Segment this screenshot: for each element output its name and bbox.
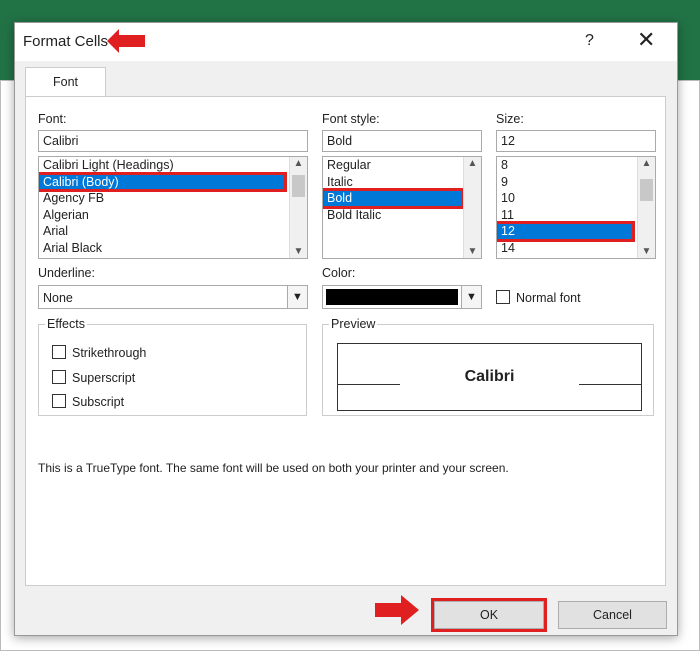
dialog-title: Format Cells	[23, 33, 109, 50]
font-label: Font:	[38, 112, 67, 126]
help-button[interactable]: ?	[585, 32, 594, 50]
subscript-checkbox[interactable]	[52, 394, 66, 408]
list-item[interactable]: Algerian	[39, 207, 285, 224]
underline-label: Underline:	[38, 266, 95, 280]
chevron-down-icon: ▼	[287, 286, 307, 308]
font-input[interactable]: Calibri	[38, 130, 308, 152]
underline-value: None	[43, 291, 73, 305]
list-item[interactable]: Regular	[323, 157, 463, 174]
color-select[interactable]: ▼	[322, 285, 482, 309]
cancel-button[interactable]: Cancel	[558, 601, 667, 629]
strikethrough-label: Strikethrough	[72, 346, 147, 360]
list-item[interactable]: Bold	[323, 188, 465, 209]
superscript-label: Superscript	[72, 371, 136, 385]
superscript-checkbox[interactable]	[52, 370, 66, 384]
effects-title: Effects	[45, 317, 87, 331]
size-list-scrollbar[interactable]: ▲ ▼	[637, 157, 655, 258]
preview-group: Preview Calibri	[322, 317, 654, 416]
size-list[interactable]: 8 9 10 11 12 14 ▲ ▼	[496, 156, 656, 259]
font-list-scrollbar[interactable]: ▲ ▼	[289, 157, 307, 258]
preview-title: Preview	[329, 317, 378, 331]
preview-box: Calibri	[337, 343, 642, 411]
normal-font-label: Normal font	[516, 291, 581, 305]
list-item[interactable]: Italic	[323, 174, 463, 191]
red-arrow-left-icon	[107, 29, 145, 53]
list-item[interactable]: 9	[497, 174, 633, 191]
title-bar: Format Cells ? ✕	[15, 23, 677, 61]
truetype-message: This is a TrueType font. The same font w…	[38, 461, 509, 475]
preview-text: Calibri	[464, 368, 515, 385]
list-item[interactable]: Calibri Light (Headings)	[39, 157, 285, 174]
close-button[interactable]: ✕	[637, 27, 655, 53]
list-item[interactable]: 10	[497, 190, 633, 207]
font-list[interactable]: Calibri Light (Headings) Calibri (Body) Ag…	[38, 156, 308, 259]
tab-font[interactable]: Font	[25, 67, 106, 97]
font-style-scrollbar[interactable]: ▲ ▼	[463, 157, 481, 258]
red-arrow-right-icon	[375, 595, 419, 625]
ok-button[interactable]: OK	[431, 598, 547, 632]
chevron-down-icon: ▼	[461, 286, 481, 308]
list-item[interactable]: Calibri (Body)	[39, 171, 287, 192]
list-item[interactable]: Bold Italic	[323, 207, 463, 224]
normal-font-checkbox[interactable]	[496, 290, 510, 304]
font-style-label: Font style:	[322, 112, 380, 126]
list-item[interactable]: 8	[497, 157, 633, 174]
color-swatch	[326, 289, 458, 305]
list-item[interactable]: Agency FB	[39, 190, 285, 207]
strikethrough-checkbox[interactable]	[52, 345, 66, 359]
list-item[interactable]: 14	[497, 240, 633, 257]
list-item[interactable]: 12	[497, 221, 635, 242]
size-label: Size:	[496, 112, 524, 126]
list-item[interactable]: Arial Black	[39, 240, 285, 257]
underline-select[interactable]: None ▼	[38, 285, 308, 309]
color-label: Color:	[322, 266, 356, 280]
subscript-label: Subscript	[72, 395, 125, 409]
format-cells-dialog: Format Cells ? ✕ Font Font: Calibri Cali…	[14, 22, 678, 636]
font-style-input[interactable]: Bold	[322, 130, 482, 152]
list-item[interactable]: Arial	[39, 223, 285, 240]
font-panel: Font: Calibri Calibri Light (Headings) Ca…	[25, 96, 666, 586]
effects-group: Effects Strikethrough Superscript Subscr…	[38, 317, 307, 416]
size-input[interactable]: 12	[496, 130, 656, 152]
list-item[interactable]: 11	[497, 207, 633, 224]
font-style-list[interactable]: Regular Italic Bold Bold Italic ▲ ▼	[322, 156, 482, 259]
